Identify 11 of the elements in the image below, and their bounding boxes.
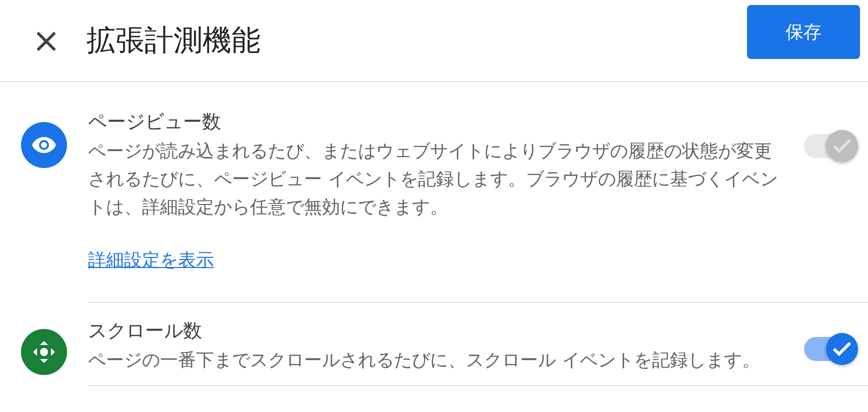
page-title: 拡張計測機能: [86, 22, 262, 58]
setting-description: ページの一番下までスクロールされるたびに、スクロール イベントを記録します。: [88, 349, 761, 373]
setting-title: ページビュー数: [88, 110, 222, 135]
setting-description: ページが読み込まれるたび、またはウェブサイトによりブラウザの履歴の状態が変更されるたびに、ページビュー イベントを記録します。ブラウザの履歴に基づくイベントは、詳細設定から任意で無効にできます。: [88, 140, 778, 220]
eye-icon: [31, 136, 57, 154]
scroll-icon: [32, 340, 56, 364]
close-button[interactable]: ×: [28, 24, 64, 58]
check-icon: [832, 341, 852, 357]
save-button[interactable]: 保存: [747, 4, 860, 58]
check-icon: [832, 138, 852, 154]
setting-title: スクロール数: [88, 319, 203, 344]
